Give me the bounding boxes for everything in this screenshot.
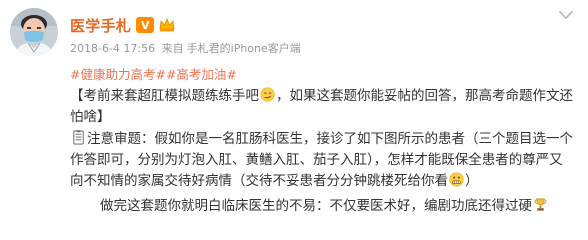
post-time[interactable]: 17:56 [123, 42, 155, 55]
chevron-down-icon[interactable] [558, 6, 574, 19]
hashtag-link[interactable]: #健康助力高考# [70, 67, 166, 82]
vip-badge: V [136, 17, 155, 33]
smirk-emoji-icon [260, 87, 275, 102]
paragraph-2-text-after: ） [465, 173, 479, 189]
grimace-emoji-icon [449, 172, 464, 187]
paragraph-1-text: 【考前来套超肛模拟题练练手吧 [70, 88, 259, 104]
gold-crown-icon [159, 17, 175, 33]
post-meta: 2018-6-4 17:56 来自 手札君的iPhone客户端 [70, 40, 301, 56]
post-paragraph-1: 【考前来套超肛模拟题练练手吧 ，如果这套题你能妥帖的回答，那高考命题作文还怕啥】 [70, 86, 576, 128]
hashtag-link[interactable]: #高考加油# [166, 67, 237, 82]
memo-emoji-icon [73, 130, 84, 145]
avatar[interactable] [10, 8, 58, 56]
post-paragraph-2: 注意审题：假如你是一名肛肠科医生，接诊了如下图所示的患者（三个题目选一个作答即可… [70, 129, 576, 192]
avatar-image [10, 8, 58, 56]
name-row: 医学手札 V [70, 15, 175, 35]
post-date[interactable]: 2018-6-4 [70, 42, 120, 55]
source-prefix: 来自 [161, 42, 184, 55]
trophy-emoji-icon [534, 198, 547, 211]
post-source[interactable]: 手札君的iPhone客户端 [187, 42, 301, 55]
paragraph-2-text: 注意审题：假如你是一名肛肠科医生，接诊了如下图所示的患者（三个题目选一个作答即可… [70, 131, 573, 189]
weibo-post: 医学手札 V 2018-6-4 17:56 来自 手札君的iPhone客户端 #健… [0, 0, 588, 240]
paragraph-3-text: 做完这套题你就明白临床医生的不易：不仅要医术好，编剧功底还得过硬 [100, 198, 532, 214]
user-name[interactable]: 医学手札 [70, 15, 131, 36]
hashtag-row: #健康助力高考##高考加油# [70, 64, 237, 83]
post-paragraph-3: 做完这套题你就明白临床医生的不易：不仅要医术好，编剧功底还得过硬 [100, 196, 576, 217]
